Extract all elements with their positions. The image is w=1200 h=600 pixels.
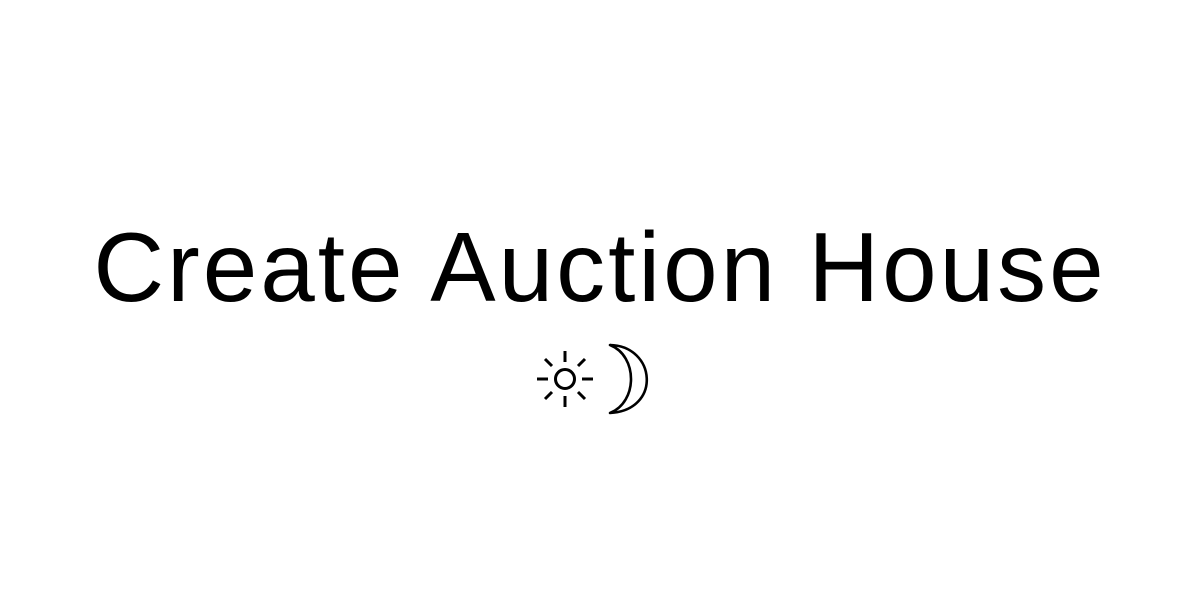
light-mode-button[interactable]: [534, 348, 596, 410]
theme-toggle[interactable]: [534, 342, 660, 416]
hero-section: Create Auction House: [0, 0, 1200, 600]
sun-icon: [537, 351, 593, 407]
moon-icon: [608, 343, 649, 415]
page-title: Create Auction House: [93, 212, 1107, 322]
dark-mode-button[interactable]: [604, 342, 656, 416]
